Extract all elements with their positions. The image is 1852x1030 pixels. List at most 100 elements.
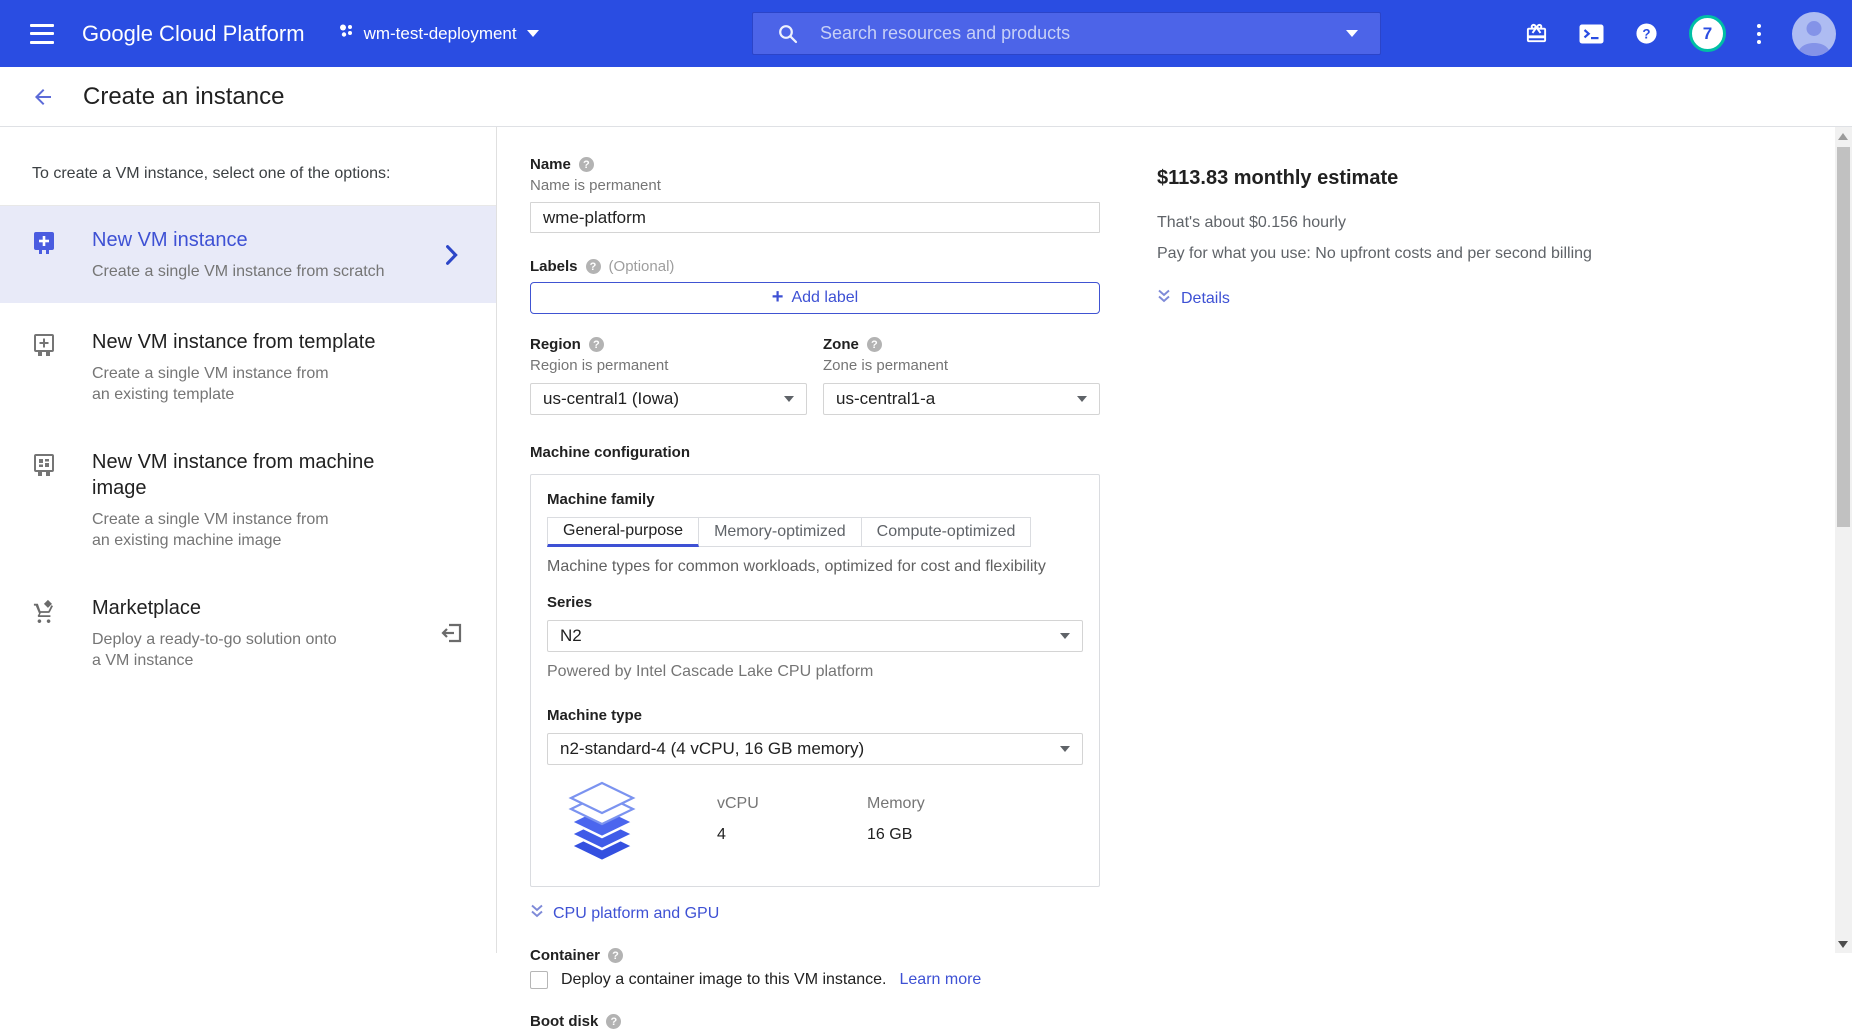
deploy-container-checkbox[interactable]: [530, 971, 548, 989]
search-input[interactable]: [818, 22, 1346, 45]
scroll-down-arrow-icon[interactable]: [1838, 941, 1848, 948]
vertical-scrollbar[interactable]: [1835, 127, 1852, 953]
region-hint: Region is permanent: [530, 357, 807, 374]
sidebar-item-new-vm-instance[interactable]: New VM instance Create a single VM insta…: [0, 206, 496, 303]
svg-text:?: ?: [1642, 26, 1650, 41]
region-label: Region: [530, 336, 581, 353]
cost-estimate-panel: $113.83 monthly estimate That's about $0…: [1140, 127, 1852, 953]
create-options-sidebar: To create a VM instance, select one of t…: [0, 127, 497, 953]
series-select[interactable]: N2: [547, 620, 1083, 652]
series-label: Series: [547, 594, 1083, 611]
page-header: Create an instance: [0, 67, 1852, 127]
sidebar-item-new-vm-from-machine-image[interactable]: New VM instance from machine image Creat…: [0, 449, 496, 551]
billing-note-text: Pay for what you use: No upfront costs a…: [1157, 245, 1792, 263]
name-label: Name: [530, 156, 571, 173]
marketplace-cart-icon: [33, 599, 55, 625]
machine-type-select[interactable]: n2-standard-4 (4 vCPU, 16 GB memory): [547, 733, 1083, 765]
help-icon[interactable]: ?: [1635, 22, 1658, 45]
expand-more-icon: [530, 903, 544, 924]
container-label: Container: [530, 947, 600, 964]
chevron-down-icon: [527, 30, 539, 37]
brand-logo[interactable]: Google Cloud Platform: [82, 21, 305, 47]
menu-icon[interactable]: [30, 24, 54, 44]
chevron-down-icon: [1060, 746, 1070, 752]
details-link[interactable]: Details: [1157, 288, 1792, 309]
series-hint: Powered by Intel Cascade Lake CPU platfo…: [547, 663, 1083, 681]
gift-icon[interactable]: [1525, 22, 1548, 45]
topbar-actions: ? 7: [1525, 0, 1836, 67]
scroll-up-arrow-icon[interactable]: [1838, 133, 1848, 140]
cpu-platform-gpu-link[interactable]: CPU platform and GPU: [530, 903, 1140, 924]
project-name: wm-test-deployment: [364, 24, 517, 44]
region-help-icon[interactable]: ?: [589, 337, 604, 352]
sidebar-item-new-vm-from-template[interactable]: New VM instance from template Create a s…: [0, 329, 496, 405]
page-title: Create an instance: [83, 83, 284, 111]
chevron-down-icon: [1060, 633, 1070, 639]
back-arrow-icon[interactable]: [30, 85, 56, 109]
project-switcher[interactable]: wm-test-deployment: [338, 23, 539, 44]
chevron-down-icon: [1077, 396, 1087, 402]
chevron-down-icon: [784, 396, 794, 402]
container-section: Container ? Deploy a container image to …: [530, 947, 1140, 989]
cloud-shell-icon[interactable]: [1579, 24, 1604, 44]
option-desc: Create a single VM instance from an exis…: [92, 509, 422, 551]
series-value: N2: [560, 626, 582, 646]
boot-disk-section: Boot disk ?: [530, 1013, 1140, 1030]
scrollbar-thumb[interactable]: [1837, 147, 1850, 527]
deploy-container-text: Deploy a container image to this VM inst…: [561, 971, 887, 989]
name-hint: Name is permanent: [530, 177, 1140, 194]
tab-memory-optimized[interactable]: Memory-optimized: [699, 517, 862, 547]
vm-instance-icon: [33, 231, 55, 255]
option-desc: Create a single VM instance from an exis…: [92, 363, 422, 405]
top-app-bar: Google Cloud Platform wm-test-deployment…: [0, 0, 1852, 67]
search-dropdown-icon[interactable]: [1346, 30, 1358, 37]
option-title: New VM instance: [92, 227, 422, 253]
search-icon: [777, 23, 798, 44]
machine-type-value: n2-standard-4 (4 vCPU, 16 GB memory): [560, 739, 864, 759]
machine-family-description: Machine types for common workloads, opti…: [547, 558, 1083, 576]
container-help-icon[interactable]: ?: [608, 948, 623, 963]
region-value: us-central1 (Iowa): [543, 389, 679, 409]
instance-form: Name ? Name is permanent Labels ? (Optio…: [497, 127, 1140, 953]
learn-more-link[interactable]: Learn more: [900, 971, 982, 989]
add-label-text: Add label: [791, 289, 858, 307]
machine-spec-summary: vCPU 4 Memory 16 GB: [547, 781, 1083, 870]
name-help-icon[interactable]: ?: [579, 157, 594, 172]
zone-hint: Zone is permanent: [823, 357, 1100, 374]
sidebar-item-marketplace[interactable]: Marketplace Deploy a ready-to-go solutio…: [0, 595, 496, 671]
content-area: To create a VM instance, select one of t…: [0, 127, 1852, 953]
notifications-badge[interactable]: 7: [1689, 15, 1726, 52]
hourly-estimate-text: That's about $0.156 hourly: [1157, 214, 1792, 232]
open-marketplace-icon[interactable]: [440, 621, 464, 645]
machine-family-tabs: General-purpose Memory-optimized Compute…: [547, 517, 1083, 547]
option-title: New VM instance from template: [92, 329, 422, 355]
sidebar-intro-text: To create a VM instance, select one of t…: [0, 127, 496, 183]
add-label-button[interactable]: + Add label: [530, 282, 1100, 314]
option-desc: Deploy a ready-to-go solution onto a VM …: [92, 629, 422, 671]
avatar[interactable]: [1792, 12, 1836, 56]
tab-compute-optimized[interactable]: Compute-optimized: [862, 517, 1032, 547]
details-text: Details: [1181, 290, 1230, 308]
memory-value: 16 GB: [867, 826, 1017, 844]
name-input[interactable]: [530, 202, 1100, 233]
region-select[interactable]: us-central1 (Iowa): [530, 383, 807, 415]
vcpu-value: 4: [717, 826, 867, 844]
zone-select[interactable]: us-central1-a: [823, 383, 1100, 415]
zone-help-icon[interactable]: ?: [867, 337, 882, 352]
zone-value: us-central1-a: [836, 389, 935, 409]
chevron-right-icon: [445, 245, 458, 265]
boot-disk-label: Boot disk: [530, 1013, 598, 1030]
search-bar[interactable]: [752, 12, 1381, 55]
option-title: Marketplace: [92, 595, 422, 621]
zone-label: Zone: [823, 336, 859, 353]
tab-general-purpose[interactable]: General-purpose: [547, 517, 699, 547]
labels-help-icon[interactable]: ?: [586, 259, 601, 274]
more-options-icon[interactable]: [1757, 24, 1761, 44]
monthly-estimate-title: $113.83 monthly estimate: [1157, 167, 1792, 190]
vcpu-label: vCPU: [717, 795, 867, 813]
option-desc: Create a single VM instance from scratch: [92, 261, 422, 282]
boot-disk-help-icon[interactable]: ?: [606, 1014, 621, 1029]
cpu-platform-gpu-text: CPU platform and GPU: [553, 905, 719, 923]
project-grid-icon: [338, 23, 354, 44]
memory-label: Memory: [867, 795, 1017, 813]
